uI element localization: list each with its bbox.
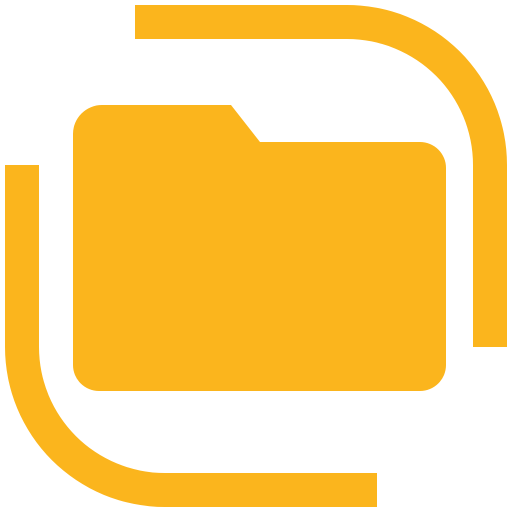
folder-app-icon (5, 4, 508, 507)
folder-icon (73, 105, 446, 391)
app-icon (0, 0, 512, 512)
